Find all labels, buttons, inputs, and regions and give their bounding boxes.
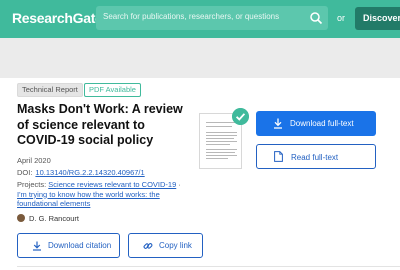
author-avatar[interactable] bbox=[17, 214, 25, 222]
download-fulltext-button[interactable]: Download full-text bbox=[256, 111, 376, 136]
download-citation-label: Download citation bbox=[48, 241, 112, 250]
pdf-available-badge: PDF Available bbox=[84, 83, 141, 97]
or-label: or bbox=[337, 13, 346, 23]
doi-link[interactable]: 10.13140/RG.2.2.14320.40967/1 bbox=[35, 168, 144, 177]
download-icon bbox=[33, 241, 41, 251]
projects-row: Projects: Science reviews relevant to CO… bbox=[17, 180, 187, 209]
search-input[interactable]: Search for publications, researchers, or… bbox=[103, 12, 279, 21]
top-navigation-bar: ResearchGate Search for publications, re… bbox=[0, 0, 400, 38]
discover-button[interactable]: Discover by bbox=[355, 7, 400, 30]
download-fulltext-label: Download full-text bbox=[290, 119, 354, 128]
copy-link-label: Copy link bbox=[159, 241, 192, 250]
header-banner bbox=[0, 38, 400, 78]
publication-type-badge: Technical Report bbox=[17, 83, 83, 97]
doi-label: DOI: bbox=[17, 168, 33, 177]
search-icon[interactable] bbox=[309, 11, 323, 25]
projects-label: Projects: bbox=[17, 180, 47, 189]
document-icon bbox=[274, 151, 283, 162]
author-name[interactable]: D. G. Rancourt bbox=[29, 214, 79, 223]
researchgate-logo[interactable]: ResearchGate bbox=[12, 10, 103, 26]
download-icon bbox=[274, 118, 282, 129]
publication-title: Masks Don't Work: A review of science re… bbox=[17, 102, 183, 147]
page: ResearchGate Search for publications, re… bbox=[0, 0, 400, 270]
section-divider bbox=[17, 266, 400, 267]
download-citation-button[interactable]: Download citation bbox=[17, 233, 120, 258]
check-icon bbox=[232, 108, 249, 125]
read-fulltext-button[interactable]: Read full-text bbox=[256, 144, 376, 169]
publication-date: April 2020 bbox=[17, 156, 51, 165]
project-separator: · bbox=[176, 180, 181, 189]
project-link[interactable]: I'm trying to know how the world works: … bbox=[17, 190, 160, 209]
search-box[interactable]: Search for publications, researchers, or… bbox=[96, 6, 328, 30]
doi-row: DOI: 10.13140/RG.2.2.14320.40967/1 bbox=[17, 168, 145, 177]
read-fulltext-label: Read full-text bbox=[291, 153, 339, 162]
project-link[interactable]: Science reviews relevant to COVID-19 bbox=[48, 180, 176, 189]
copy-link-button[interactable]: Copy link bbox=[128, 233, 203, 258]
link-icon bbox=[143, 243, 153, 249]
